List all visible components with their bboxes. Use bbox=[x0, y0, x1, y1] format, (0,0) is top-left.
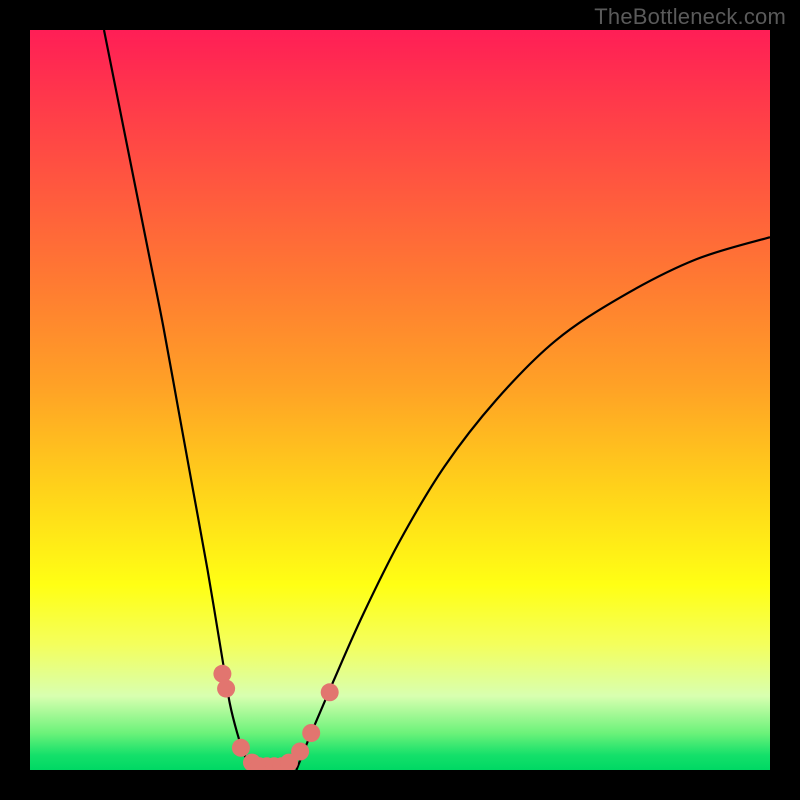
data-point bbox=[321, 683, 339, 701]
left-curve bbox=[104, 30, 252, 770]
right-curve bbox=[296, 237, 770, 770]
data-point bbox=[217, 680, 235, 698]
data-point bbox=[302, 724, 320, 742]
data-point bbox=[291, 743, 309, 761]
watermark-text: TheBottleneck.com bbox=[594, 4, 786, 30]
chart-svg bbox=[30, 30, 770, 770]
data-point bbox=[232, 739, 250, 757]
chart-frame: TheBottleneck.com bbox=[0, 0, 800, 800]
plot-area bbox=[30, 30, 770, 770]
